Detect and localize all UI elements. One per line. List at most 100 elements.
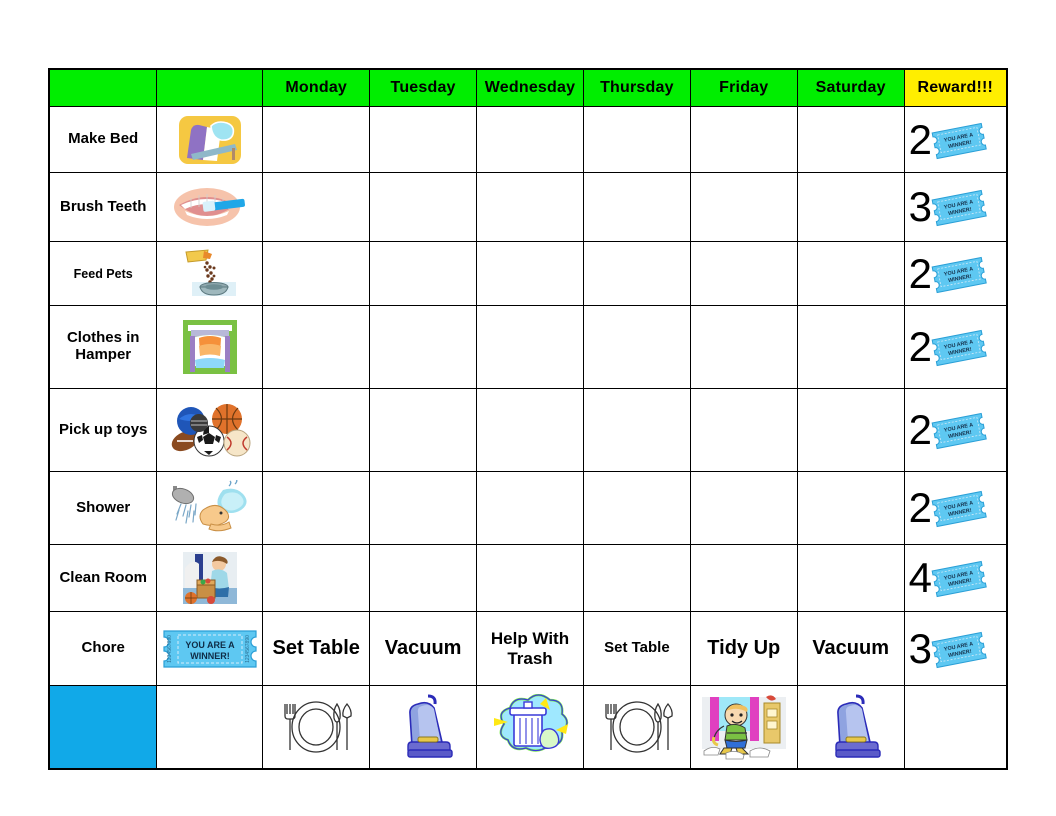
chore-chart: Monday Tuesday Wednesday Thursday Friday… (48, 68, 1008, 770)
winner-ticket-icon: YOU ARE A WINNER! (930, 558, 988, 598)
header-wednesday: Wednesday (476, 68, 584, 107)
cell-shower-saturday[interactable] (796, 471, 905, 545)
cell-pick-up-toys-friday[interactable] (689, 388, 798, 472)
header-reward: Reward!!! (903, 68, 1008, 107)
vacuum-cleaner-icon (369, 685, 478, 770)
cell-brush-teeth-tuesday[interactable] (369, 172, 478, 242)
row-label-feed-pets: Feed Pets (48, 241, 158, 306)
cell-shower-friday[interactable] (689, 471, 798, 545)
cell-pick-up-toys-wednesday[interactable] (476, 388, 584, 472)
reward-chore: 3 YOU ARE A WINNER! (903, 611, 1008, 686)
header-thursday: Thursday (582, 68, 691, 107)
reward-brush-teeth: 3 YOU ARE A WINNER! (903, 172, 1008, 242)
cell-clean-room-wednesday[interactable] (476, 544, 584, 612)
svg-text:YOU ARE A: YOU ARE A (185, 640, 235, 650)
reward-value: 2 (908, 249, 932, 297)
cell-clean-room-monday[interactable] (262, 544, 371, 612)
cell-clothes-friday[interactable] (689, 305, 798, 389)
cell-shower-monday[interactable] (262, 471, 371, 545)
header-blank-label (48, 68, 158, 107)
table-row: Make Bed 2 YOU ARE A WINNER! (48, 106, 1008, 173)
row-label-blank (48, 685, 158, 770)
cell-clothes-wednesday[interactable] (476, 305, 584, 389)
winner-ticket-icon: YOU ARE A WINNER! (930, 629, 988, 669)
cell-pick-up-toys-tuesday[interactable] (369, 388, 478, 472)
header-tuesday: Tuesday (369, 68, 478, 107)
reward-value: 2 (908, 323, 932, 371)
cell-brush-teeth-thursday[interactable] (582, 172, 691, 242)
blank-icon-cell (156, 685, 264, 770)
svg-text:WINNER!: WINNER! (190, 651, 230, 661)
table-header-row: Monday Tuesday Wednesday Thursday Friday… (48, 68, 1008, 107)
cell-feed-pets-thursday[interactable] (582, 241, 691, 306)
cell-pick-up-toys-monday[interactable] (262, 388, 371, 472)
cell-shower-wednesday[interactable] (476, 471, 584, 545)
table-row: Clean Room 4 YOU ARE A WINNER! (48, 544, 1008, 612)
table-row-chore-icons (48, 685, 1008, 770)
chore-monday: Set Table (262, 611, 371, 686)
chore-saturday: Vacuum (796, 611, 905, 686)
chore-tuesday: Vacuum (369, 611, 478, 686)
cell-pick-up-toys-saturday[interactable] (796, 388, 905, 472)
cell-clean-room-thursday[interactable] (582, 544, 691, 612)
cell-feed-pets-monday[interactable] (262, 241, 371, 306)
sports-balls-icon (156, 388, 264, 472)
row-label-pick-up-toys: Pick up toys (48, 388, 158, 472)
cell-feed-pets-wednesday[interactable] (476, 241, 584, 306)
winner-ticket-icon: YOU ARE A WINNER! (930, 187, 988, 227)
reward-shower: 2 YOU ARE A WINNER! (903, 471, 1008, 545)
cell-make-bed-saturday[interactable] (796, 106, 905, 173)
place-setting-icon (582, 685, 691, 770)
laundry-hamper-icon (156, 305, 264, 389)
header-friday: Friday (689, 68, 798, 107)
cell-make-bed-friday[interactable] (689, 106, 798, 173)
row-label-brush-teeth: Brush Teeth (48, 172, 158, 242)
cell-make-bed-monday[interactable] (262, 106, 371, 173)
row-label-clean-room: Clean Room (48, 544, 158, 612)
cell-clean-room-friday[interactable] (689, 544, 798, 612)
reward-clothes: 2 YOU ARE A WINNER! (903, 305, 1008, 389)
cell-clothes-monday[interactable] (262, 305, 371, 389)
winner-ticket-icon: YOU ARE A WINNER! (930, 410, 988, 450)
row-label-make-bed: Make Bed (48, 106, 158, 173)
chore-thursday: Set Table (582, 611, 691, 686)
header-saturday: Saturday (796, 68, 905, 107)
cell-feed-pets-friday[interactable] (689, 241, 798, 306)
winner-ticket-icon: YOU ARE A WINNER! (930, 120, 988, 160)
winner-ticket-icon: YOU ARE A WINNER! (930, 488, 988, 528)
reward-make-bed: 2 YOU ARE A WINNER! (903, 106, 1008, 173)
reward-pick-up-toys: 2 YOU ARE A WINNER! (903, 388, 1008, 472)
cell-brush-teeth-wednesday[interactable] (476, 172, 584, 242)
kid-tidying-up-icon (689, 685, 798, 770)
table-row: Pick up toys 2 YOU ARE A WINNER! (48, 388, 1008, 472)
cell-clean-room-tuesday[interactable] (369, 544, 478, 612)
trash-can-icon (476, 685, 584, 770)
cell-shower-thursday[interactable] (582, 471, 691, 545)
header-blank-icon (156, 68, 264, 107)
bed-icon (156, 106, 264, 173)
cell-make-bed-tuesday[interactable] (369, 106, 478, 173)
table-row-chore: Chore YOU ARE A WINNER! 1234567890 12345… (48, 611, 1008, 686)
header-monday: Monday (262, 68, 371, 107)
reward-value: 2 (908, 406, 932, 454)
cell-feed-pets-tuesday[interactable] (369, 241, 478, 306)
table-row: Feed Pets 2 YOU ARE A WINNER! (48, 241, 1008, 306)
chore-chart-table: Monday Tuesday Wednesday Thursday Friday… (48, 68, 1008, 770)
svg-text:1234567890: 1234567890 (245, 634, 251, 662)
cell-clothes-thursday[interactable] (582, 305, 691, 389)
cell-shower-tuesday[interactable] (369, 471, 478, 545)
winner-ticket-icon: YOU ARE A WINNER! (930, 327, 988, 367)
cell-brush-teeth-saturday[interactable] (796, 172, 905, 242)
cell-make-bed-wednesday[interactable] (476, 106, 584, 173)
cell-brush-teeth-friday[interactable] (689, 172, 798, 242)
cell-clean-room-saturday[interactable] (796, 544, 905, 612)
cell-clothes-tuesday[interactable] (369, 305, 478, 389)
reward-value: 3 (908, 624, 932, 672)
svg-text:1234567890: 1234567890 (167, 634, 173, 662)
cell-clothes-saturday[interactable] (796, 305, 905, 389)
cell-feed-pets-saturday[interactable] (796, 241, 905, 306)
cell-brush-teeth-monday[interactable] (262, 172, 371, 242)
cell-pick-up-toys-thursday[interactable] (582, 388, 691, 472)
cell-make-bed-thursday[interactable] (582, 106, 691, 173)
reward-value: 4 (908, 554, 932, 602)
